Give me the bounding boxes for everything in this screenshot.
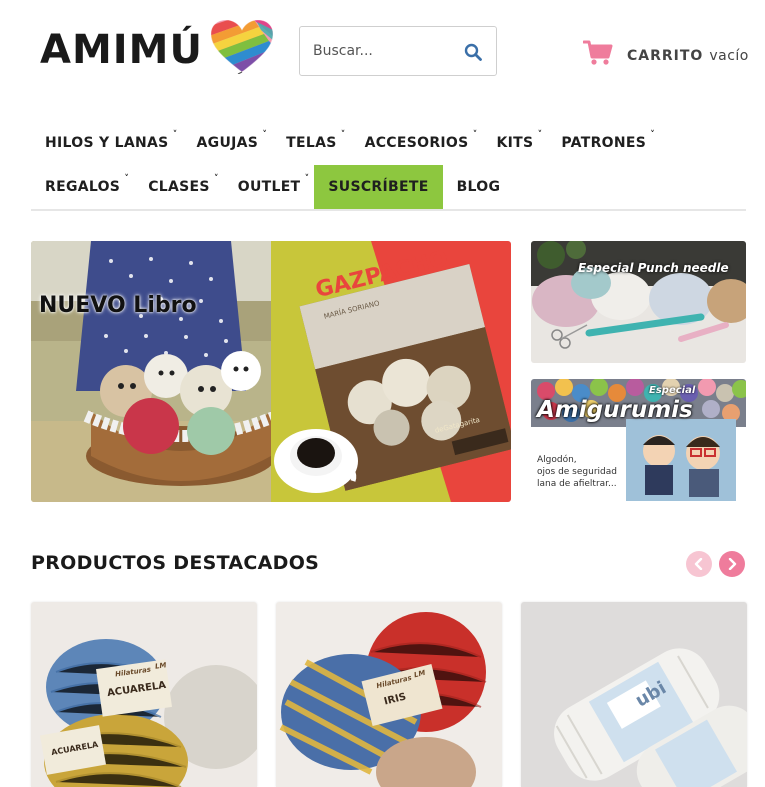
nav-row-1: HILOS Y LANAS ˅ AGUJAS ˅ TELAS ˅ ACCESORIOS… [31,121,660,165]
nav-item-accesorios[interactable]: ACCESORIOS ˅ [351,121,483,165]
search-icon[interactable] [460,39,486,65]
chevron-down-icon: ˅ [262,130,268,140]
cart-label: CARRITO [627,47,704,64]
chevron-down-icon: ˅ [172,130,178,140]
banner-line-2: ojos de seguridad [537,467,617,477]
chevron-down-icon: ˅ [650,130,656,140]
nav-item-label: KITS [496,135,534,151]
chevron-down-icon: ˅ [340,130,346,140]
banner-punch-needle-image [531,241,746,363]
nav-item-label: AGUJAS [196,135,259,151]
nav-item-label: TELAS [286,135,337,151]
nav-item-label: ACCESORIOS [364,135,469,151]
cart-status: vacío [709,47,749,64]
banner-nuevo-libro-image [31,241,511,502]
nav-item-label: REGALOS [45,179,121,195]
search-box [299,26,497,76]
nav-item-patrones[interactable]: PATRONES ˅ [547,121,660,165]
banner-title: Amigurumis [537,397,693,423]
nav-item-label: SUSCRÍBETE [328,179,429,195]
product-brand-2: LM [154,661,167,671]
nav-item-regalos[interactable]: REGALOS ˅ [31,165,134,209]
chevron-down-icon: ˅ [124,174,130,184]
banner-title: Especial Punch needle [578,261,729,275]
nav-item-blog[interactable]: BLOG [443,165,515,209]
featured-section-title: PRODUCTOS DESTACADOS [31,552,320,574]
carousel-prev-button[interactable] [686,551,712,577]
banner-line-1: Algodón, [537,455,577,465]
chevron-down-icon: ˅ [213,174,219,184]
nav-item-label: OUTLET [237,179,301,195]
chevron-left-icon [694,558,703,570]
nav-row-2: REGALOS ˅ CLASES ˅ OUTLET ˅ SUSCRÍBETE BLOG [31,165,514,209]
banner-headline: NUEVO Libro [39,293,197,318]
nav-item-label: HILOS Y LANAS [45,135,169,151]
shopping-cart-icon [582,40,613,71]
banner-punch-needle[interactable]: Especial Punch needle [531,241,746,363]
chevron-down-icon: ˅ [537,130,543,140]
nav-item-agujas[interactable]: AGUJAS ˅ [183,121,273,165]
rainbow-heart-icon [209,18,275,79]
main-navigation: HILOS Y LANAS ˅ AGUJAS ˅ TELAS ˅ ACCESORIOS… [31,120,746,211]
logo-text: AMIMÚ [40,26,203,73]
nav-item-clases[interactable]: CLASES ˅ [134,165,224,209]
banner-line-3: lana de afieltrar... [537,479,617,489]
chevron-right-icon [728,558,737,570]
chevron-down-icon: ˅ [472,130,478,140]
banner-amigurumis[interactable]: Especial Amigurumis Algodón, ojos de seg… [531,379,746,501]
site-logo[interactable]: AMIMÚ [40,18,275,79]
product-card[interactable]: ubi [521,602,747,787]
chevron-down-icon: ˅ [304,174,310,184]
banner-kicker: Especial [649,385,696,396]
nav-item-outlet[interactable]: OUTLET ˅ [224,165,315,209]
nav-item-label: PATRONES [561,135,647,151]
nav-item-label: BLOG [456,179,501,195]
carousel-next-button[interactable] [719,551,745,577]
search-input[interactable] [313,43,463,59]
nav-item-telas[interactable]: TELAS ˅ [272,121,350,165]
product-card[interactable]: Hilaturas LM ACUARELA ACUARELA [31,602,257,787]
cart-button[interactable]: CARRITO vacío [582,40,749,71]
nav-item-kits[interactable]: KITS ˅ [483,121,548,165]
product-card[interactable]: Hilaturas LM IRIS [276,602,502,787]
product-image [31,602,257,787]
banner-nuevo-libro[interactable]: NUEVO Libro GAZPACHO MARÍA SORIANO deGat… [31,241,511,502]
nav-item-suscribete[interactable]: SUSCRÍBETE [314,165,443,209]
nav-item-label: CLASES [148,179,210,195]
nav-item-hilos-y-lanas[interactable]: HILOS Y LANAS ˅ [31,121,183,165]
